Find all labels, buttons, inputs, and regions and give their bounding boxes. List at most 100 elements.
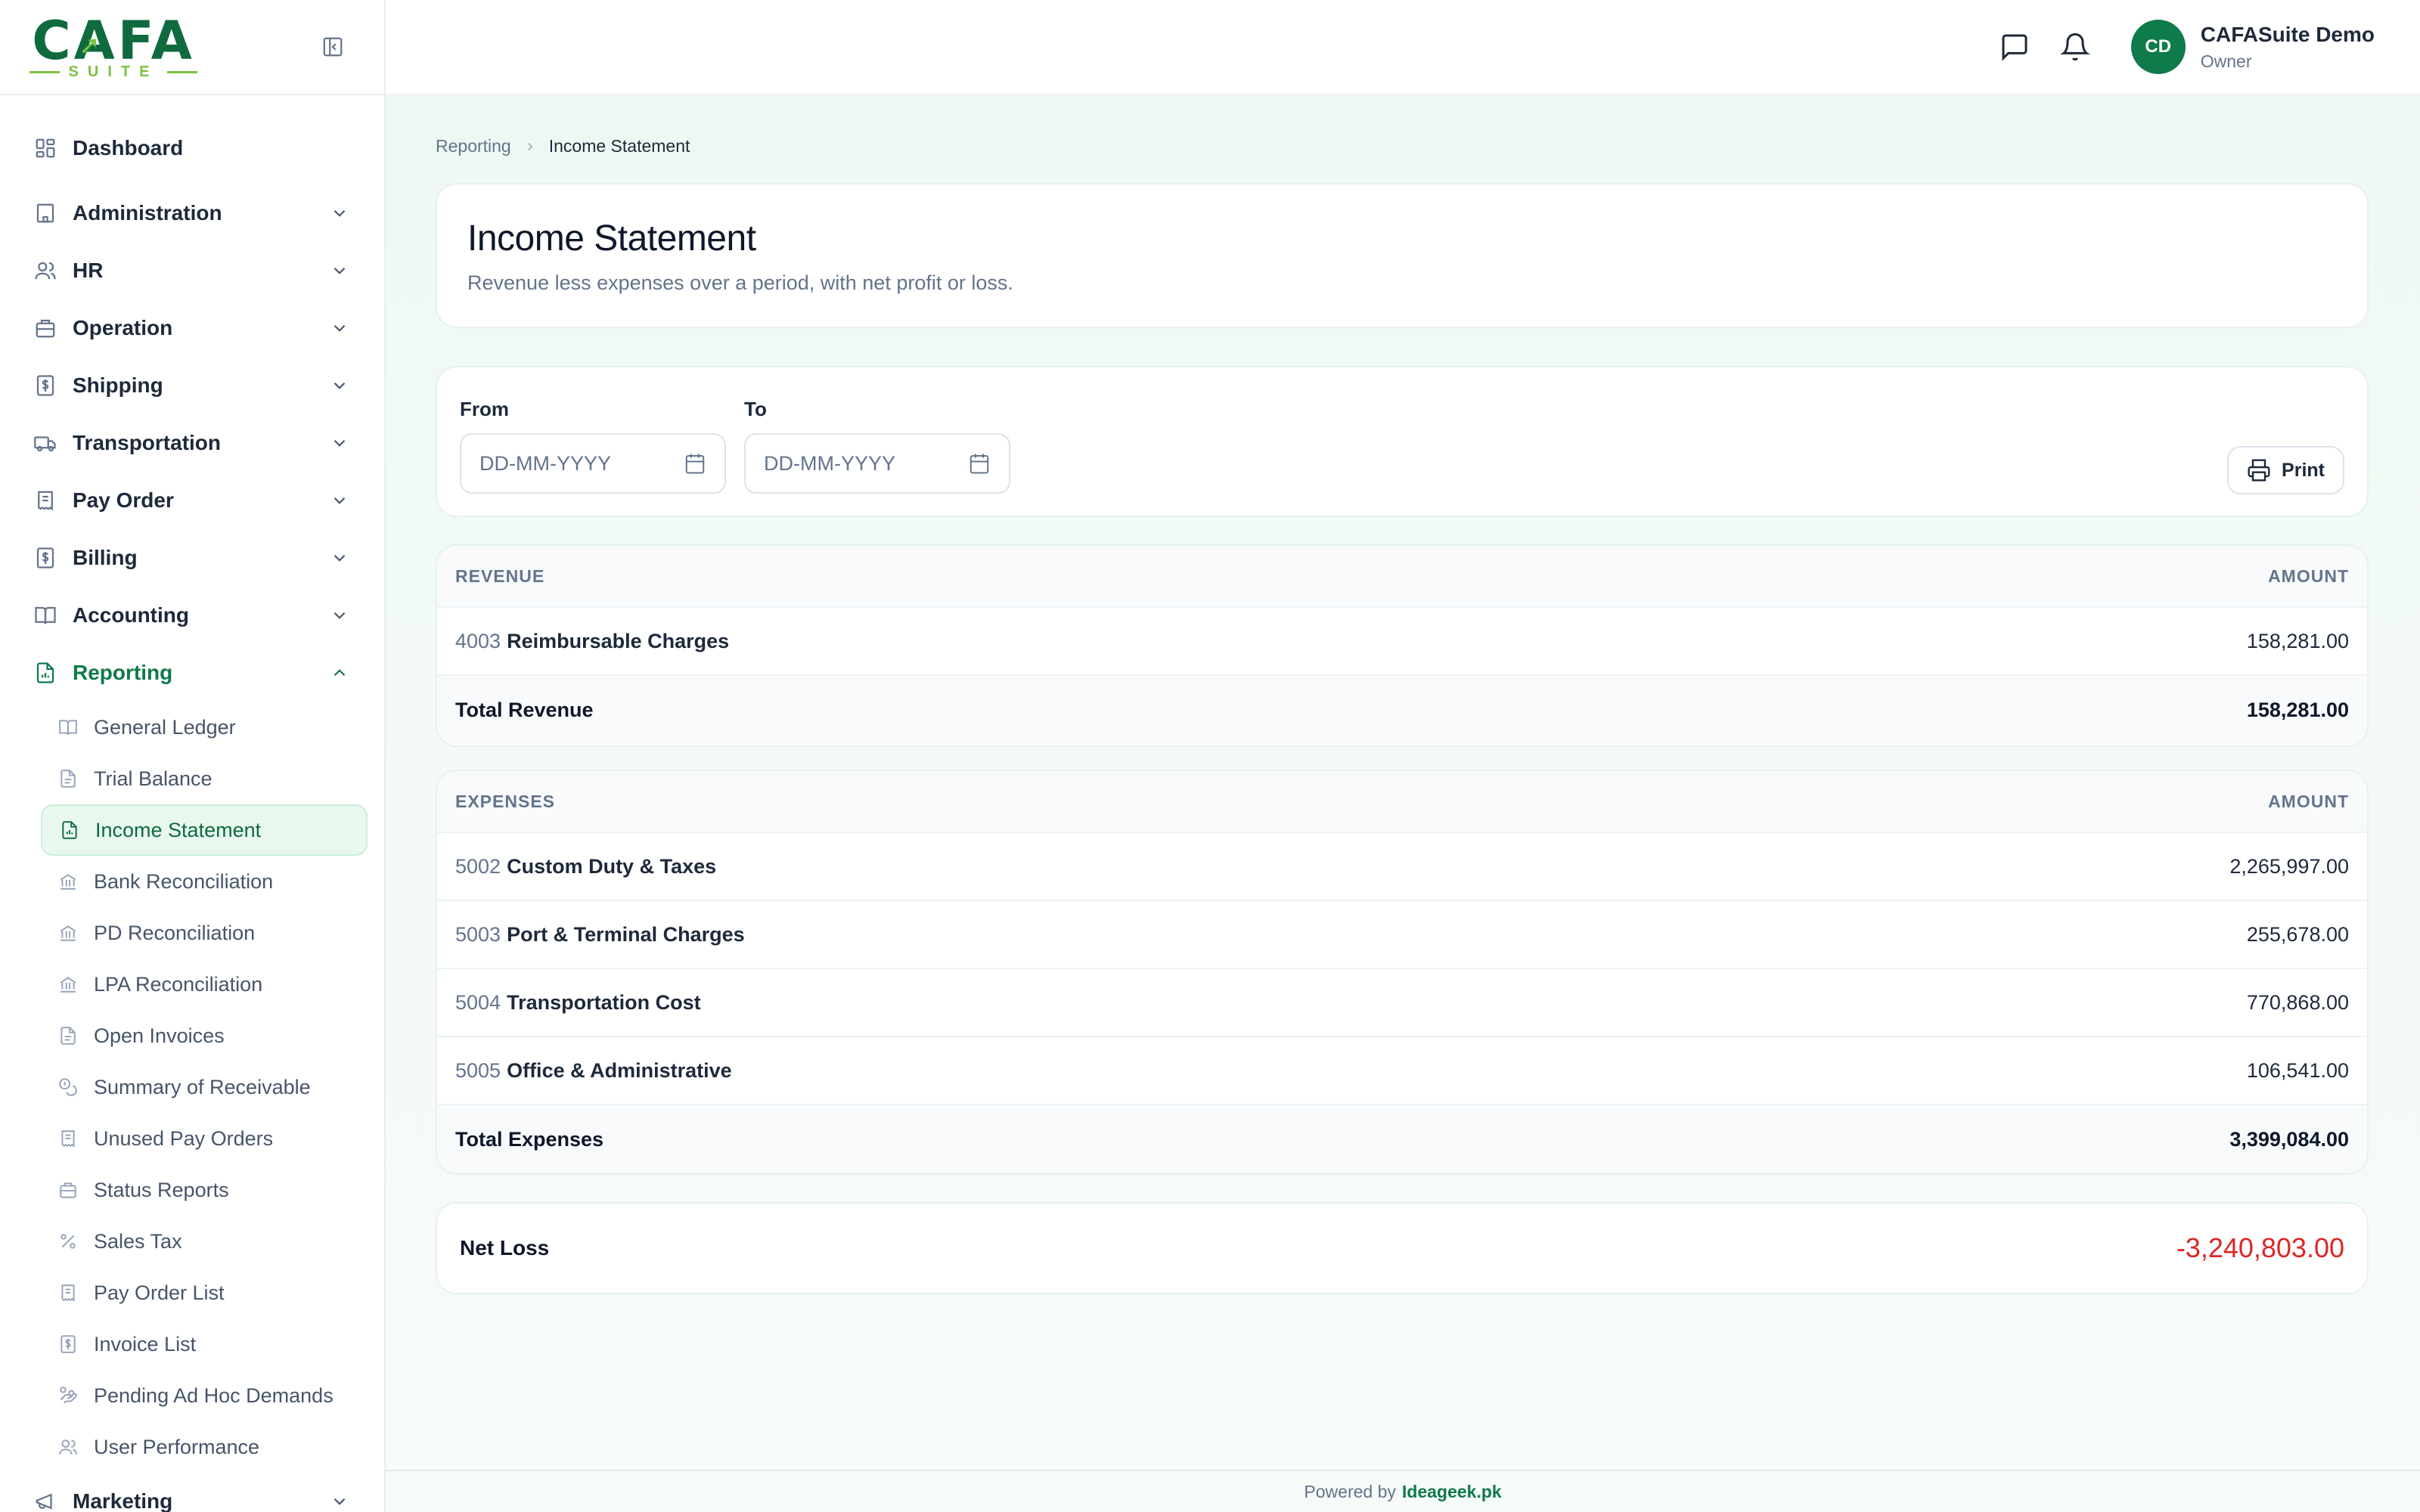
sidebar-item-user-performance[interactable]: User Performance	[41, 1421, 368, 1473]
sidebar-item-reporting[interactable]: Reporting	[0, 644, 384, 702]
sidebar-item-pay-order[interactable]: Pay Order	[0, 472, 384, 529]
sidebar-item-transportation[interactable]: Transportation	[0, 414, 384, 472]
sidebar-item-pd-reconciliation[interactable]: PD Reconciliation	[41, 907, 368, 959]
sidebar-item-operation[interactable]: Operation	[0, 299, 384, 357]
print-button[interactable]: Print	[2227, 446, 2344, 494]
chevron-down-icon	[330, 1492, 349, 1511]
chevron-down-icon	[330, 376, 349, 395]
account-code: 5002	[455, 854, 501, 878]
collapse-sidebar-icon[interactable]	[319, 33, 346, 60]
account-amount: 2,265,997.00	[2229, 854, 2349, 878]
account-amount: 158,281.00	[2246, 629, 2349, 652]
to-date-input[interactable]	[764, 451, 953, 476]
sidebar-item-general-ledger[interactable]: General Ledger	[41, 702, 368, 753]
app-logo[interactable]: CAFA ➚ SUITE	[29, 14, 198, 81]
sidebar-item-lpa-reconciliation[interactable]: LPA Reconciliation	[41, 959, 368, 1010]
sidebar-item-hr[interactable]: HR	[0, 242, 384, 299]
printer-icon	[2247, 458, 2271, 482]
sidebar-item-income-statement[interactable]: Income Statement	[41, 804, 368, 856]
topbar: CD CAFASuite Demo Owner	[386, 0, 2420, 95]
sidebar-item-shipping[interactable]: Shipping	[0, 357, 384, 414]
sidebar-item-billing[interactable]: Billing	[0, 529, 384, 587]
sidebar-item-invoice-list[interactable]: Invoice List	[41, 1318, 368, 1370]
breadcrumb-current: Income Statement	[548, 136, 690, 156]
sidebar-item-pay-order-list[interactable]: Pay Order List	[41, 1267, 368, 1318]
page-title: Income Statement	[467, 218, 756, 259]
dashboard-grid-icon	[33, 136, 57, 160]
page-subtitle: Revenue less expenses over a period, wit…	[467, 271, 1013, 294]
megaphone-icon	[33, 1489, 57, 1512]
calendar-icon[interactable]	[968, 452, 991, 475]
account-name: Port & Terminal Charges	[507, 922, 745, 946]
user-menu[interactable]: CAFASuite Demo Owner	[2201, 23, 2375, 72]
dollar-doc-icon	[57, 1334, 79, 1355]
calendar-icon[interactable]	[684, 452, 706, 475]
total-expenses-label: Total Expenses	[455, 1127, 604, 1151]
sidebar-item-marketing[interactable]: Marketing	[0, 1473, 384, 1512]
table-row: 5004 Transportation Cost 770,868.00	[437, 969, 2367, 1037]
sidebar: CAFA ➚ SUITE Dashboard Administration HR…	[0, 0, 386, 1512]
from-date-input[interactable]	[479, 451, 669, 476]
revenue-table-header: REVENUE AMOUNT	[437, 546, 2367, 608]
account-code: 5004	[455, 990, 501, 1014]
book-icon	[33, 603, 57, 627]
table-row: 5002 Custom Duty & Taxes 2,265,997.00	[437, 833, 2367, 901]
amount-column-header: AMOUNT	[2268, 565, 2349, 586]
footer-brand-link[interactable]: Ideageek.pk	[1402, 1482, 1502, 1502]
table-row: 5005 Office & Administrative 106,541.00	[437, 1037, 2367, 1105]
reporting-submenu: General Ledger Trial Balance Income Stat…	[0, 702, 384, 1473]
bell-icon[interactable]	[2057, 29, 2093, 65]
bank-icon	[57, 974, 79, 995]
from-date-field[interactable]	[460, 433, 726, 494]
from-date-group: From	[460, 398, 726, 494]
doc-icon	[57, 768, 79, 789]
chevron-down-icon	[330, 606, 349, 625]
dollar-doc-icon	[33, 373, 57, 398]
revenue-table: REVENUE AMOUNT 4003 Reimbursable Charges …	[436, 544, 2369, 747]
table-row: 5003 Port & Terminal Charges 255,678.00	[437, 901, 2367, 969]
user-role: Owner	[2200, 51, 2252, 71]
building-icon	[33, 201, 57, 225]
avatar[interactable]: CD	[2130, 20, 2186, 74]
receipt-icon	[33, 488, 57, 513]
sidebar-item-summary-of-receivable[interactable]: Summary of Receivable	[41, 1061, 368, 1113]
bank-icon	[57, 922, 79, 943]
to-label: To	[744, 398, 767, 420]
breadcrumb-reporting-link[interactable]: Reporting	[436, 136, 511, 156]
table-row: 4003 Reimbursable Charges 158,281.00	[437, 608, 2367, 676]
sidebar-item-accounting[interactable]: Accounting	[0, 587, 384, 644]
receipt-icon	[57, 1282, 79, 1303]
expenses-table-header: EXPENSES AMOUNT	[437, 771, 2367, 833]
sidebar-item-administration[interactable]: Administration	[0, 184, 384, 242]
bank-icon	[57, 871, 79, 892]
sidebar-item-trial-balance[interactable]: Trial Balance	[41, 753, 368, 804]
account-name: Transportation Cost	[507, 990, 701, 1014]
amount-column-header: AMOUNT	[2268, 791, 2349, 811]
revenue-column-header: REVENUE	[455, 565, 545, 586]
from-label: From	[460, 398, 509, 420]
percent-icon	[57, 1231, 79, 1252]
user-name: CAFASuite Demo	[2200, 22, 2375, 46]
account-name: Office & Administrative	[507, 1058, 732, 1082]
page-header-card: Income Statement Revenue less expenses o…	[436, 183, 2369, 328]
chevron-down-icon	[330, 261, 349, 280]
sidebar-item-status-reports[interactable]: Status Reports	[41, 1164, 368, 1216]
sidebar-item-open-invoices[interactable]: Open Invoices	[41, 1010, 368, 1061]
to-date-field[interactable]	[744, 433, 1010, 494]
chevron-down-icon	[330, 548, 349, 568]
sidebar-item-unused-pay-orders[interactable]: Unused Pay Orders	[41, 1113, 368, 1164]
users-icon	[33, 259, 57, 283]
sidebar-nav: Dashboard Administration HR Operation Sh…	[0, 95, 384, 1512]
account-name: Custom Duty & Taxes	[507, 854, 717, 878]
sidebar-item-pending-ad-hoc-demands[interactable]: Pending Ad Hoc Demands	[41, 1370, 368, 1421]
account-code: 5003	[455, 922, 501, 946]
briefcase-icon	[57, 1179, 79, 1201]
sidebar-item-dashboard[interactable]: Dashboard	[0, 118, 384, 178]
expenses-column-header: EXPENSES	[455, 791, 555, 811]
breadcrumb: Reporting Income Statement	[436, 136, 690, 156]
to-date-group: To	[744, 398, 1010, 494]
sidebar-item-sales-tax[interactable]: Sales Tax	[41, 1216, 368, 1267]
messages-icon[interactable]	[1996, 29, 2033, 65]
chevron-down-icon	[330, 433, 349, 453]
sidebar-item-bank-reconciliation[interactable]: Bank Reconciliation	[41, 856, 368, 907]
